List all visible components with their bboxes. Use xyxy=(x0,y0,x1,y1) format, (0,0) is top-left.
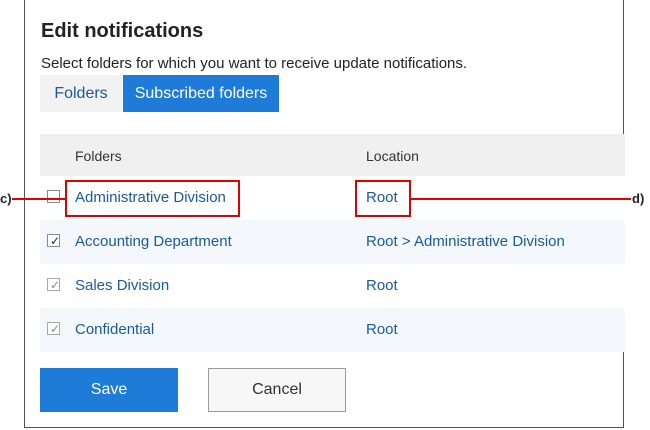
check-icon: ✓ xyxy=(50,322,61,336)
tab-bar: Folders Subscribed folders xyxy=(40,75,279,112)
highlight-box-folder xyxy=(65,180,240,217)
row-checkbox[interactable]: ✓ xyxy=(47,322,60,335)
tab-folders[interactable]: Folders xyxy=(40,75,122,112)
subscribed-folders-table: Folders Location Administrative Division… xyxy=(40,134,625,352)
row-checkbox[interactable]: ✓ xyxy=(47,234,60,247)
cancel-button[interactable]: Cancel xyxy=(208,368,346,412)
row-checkbox[interactable] xyxy=(47,190,60,203)
table-row: ✓ Accounting Department Root > Administr… xyxy=(40,220,625,264)
table-header: Folders Location xyxy=(40,134,625,176)
location-link[interactable]: Root > Administrative Division xyxy=(366,233,565,250)
folder-link[interactable]: Accounting Department xyxy=(75,233,232,250)
check-icon: ✓ xyxy=(50,234,61,248)
location-link[interactable]: Root xyxy=(366,277,398,294)
folder-link[interactable]: Confidential xyxy=(75,321,154,338)
callout-label-d: d) xyxy=(632,191,645,206)
callout-label-c: c) xyxy=(0,191,12,206)
table-row: ✓ Sales Division Root xyxy=(40,264,625,308)
row-checkbox[interactable]: ✓ xyxy=(47,278,60,291)
check-icon: ✓ xyxy=(50,278,61,292)
callout-line-c xyxy=(12,198,65,200)
folder-link[interactable]: Sales Division xyxy=(75,277,169,294)
page-description: Select folders for which you want to rec… xyxy=(41,55,468,72)
highlight-box-location xyxy=(355,180,411,217)
save-button[interactable]: Save xyxy=(40,368,178,412)
callout-line-d xyxy=(411,198,631,200)
column-header-folders: Folders xyxy=(75,148,122,164)
location-link[interactable]: Root xyxy=(366,321,398,338)
table-row: ✓ Confidential Root xyxy=(40,308,625,352)
page-title: Edit notifications xyxy=(41,20,204,42)
column-header-location: Location xyxy=(366,148,419,164)
tab-subscribed-folders[interactable]: Subscribed folders xyxy=(123,75,279,112)
